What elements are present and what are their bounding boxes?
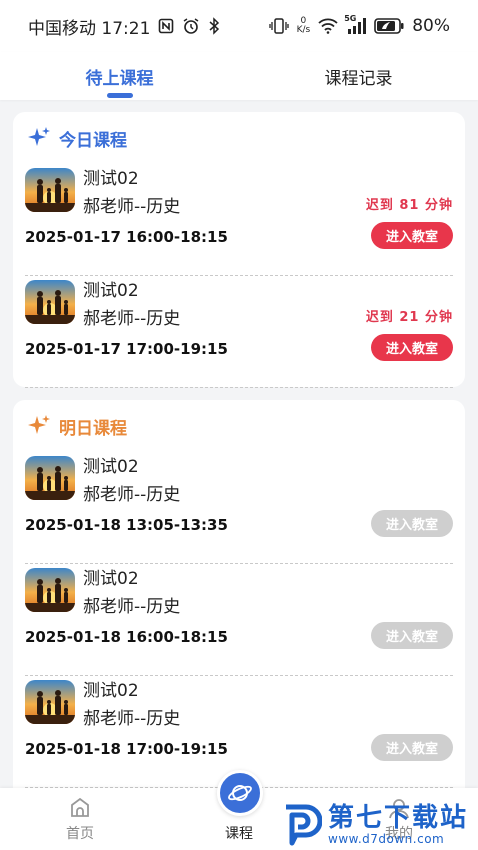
- course-name: 测试02: [83, 681, 139, 701]
- tab-course-records[interactable]: 课程记录: [239, 52, 478, 100]
- course-teacher: 郝老师--历史: [83, 597, 181, 617]
- course-item[interactable]: 测试02 郝老师--历史 2025-01-18 16:00-18:15 进入教室: [25, 564, 453, 676]
- course-item[interactable]: 测试02 郝老师--历史 迟到 81 分钟 2025-01-17 16:00-1…: [25, 164, 453, 276]
- wifi-icon: [318, 18, 338, 34]
- course-item[interactable]: 测试02 郝老师--历史 2025-01-18 13:05-13:35 进入教室: [25, 452, 453, 564]
- watermark-logo: [286, 804, 322, 846]
- nav-course-center-button[interactable]: [217, 770, 263, 816]
- today-courses-card: 今日课程 测试02 郝老师--历史 迟到 81 分钟 2025-01-17 16…: [13, 112, 465, 388]
- nav-course-label: 课程: [225, 826, 253, 842]
- course-avatar: [25, 568, 75, 612]
- status-bar: 中国移动 17:21 0 K/s 5G 80%: [0, 0, 478, 52]
- tab-bar: 待上课程 课程记录: [0, 52, 478, 100]
- home-icon: [71, 797, 89, 817]
- course-teacher: 郝老师--历史: [83, 709, 181, 729]
- nav-home[interactable]: 首页: [30, 788, 130, 850]
- nfc-icon: [158, 18, 174, 34]
- vibrate-icon: [268, 17, 289, 35]
- enter-classroom-button[interactable]: 进入教室: [371, 510, 453, 537]
- course-name: 测试02: [83, 169, 139, 189]
- course-time: 2025-01-18 17:00-19:15: [25, 740, 228, 758]
- watermark-url: www.d7down.com: [328, 832, 445, 846]
- course-teacher: 郝老师--历史: [83, 197, 181, 217]
- enter-classroom-button[interactable]: 进入教室: [371, 622, 453, 649]
- course-teacher: 郝老师--历史: [83, 485, 181, 505]
- status-right: 0 K/s 5G 80%: [268, 14, 450, 36]
- tab-upcoming-courses[interactable]: 待上课程: [0, 52, 239, 100]
- tomorrow-courses-title: 明日课程: [59, 418, 127, 439]
- carrier-time: 中国移动 17:21: [28, 18, 151, 39]
- course-name: 测试02: [83, 457, 139, 477]
- battery-icon: [374, 18, 404, 34]
- today-courses-title: 今日课程: [59, 130, 127, 151]
- sparkle-icon: [28, 127, 50, 146]
- tomorrow-courses-card: 明日课程 测试02 郝老师--历史 2025-01-18 13:05-13:35…: [13, 400, 465, 800]
- signal-icon: 5G: [344, 14, 367, 34]
- course-time: 2025-01-18 13:05-13:35: [25, 516, 228, 534]
- course-name: 测试02: [83, 281, 139, 301]
- enter-classroom-button[interactable]: 进入教室: [371, 222, 453, 249]
- enter-classroom-button[interactable]: 进入教室: [371, 334, 453, 361]
- planet-icon: [228, 785, 252, 801]
- course-teacher: 郝老师--历史: [83, 309, 181, 329]
- late-notice: 迟到 81 分钟: [365, 198, 453, 213]
- status-left: 中国移动 17:21: [28, 14, 220, 39]
- course-avatar: [25, 680, 75, 724]
- sparkle-icon: [28, 415, 50, 434]
- enter-classroom-button[interactable]: 进入教室: [371, 734, 453, 761]
- course-item[interactable]: 测试02 郝老师--历史 迟到 21 分钟 2025-01-17 17:00-1…: [25, 276, 453, 388]
- net-speed: 0 K/s: [296, 16, 311, 35]
- late-notice: 迟到 21 分钟: [365, 310, 453, 325]
- battery-percent: 80%: [412, 16, 450, 36]
- course-time: 2025-01-17 17:00-19:15: [25, 340, 228, 358]
- course-avatar: [25, 168, 75, 212]
- bluetooth-icon: [208, 17, 220, 35]
- tomorrow-courses-header: 明日课程: [13, 400, 465, 452]
- watermark-text: 第七下载站 www.d7down.com: [328, 804, 468, 846]
- course-name: 测试02: [83, 569, 139, 589]
- course-time: 2025-01-18 16:00-18:15: [25, 628, 228, 646]
- watermark-title: 第七下载站: [328, 803, 469, 833]
- today-courses-header: 今日课程: [13, 112, 465, 164]
- alarm-icon: [182, 17, 200, 35]
- course-avatar: [25, 280, 75, 324]
- nav-home-label: 首页: [66, 826, 94, 842]
- course-avatar: [25, 456, 75, 500]
- watermark: 第七下载站 www.d7down.com: [282, 800, 478, 850]
- course-time: 2025-01-17 16:00-18:15: [25, 228, 228, 246]
